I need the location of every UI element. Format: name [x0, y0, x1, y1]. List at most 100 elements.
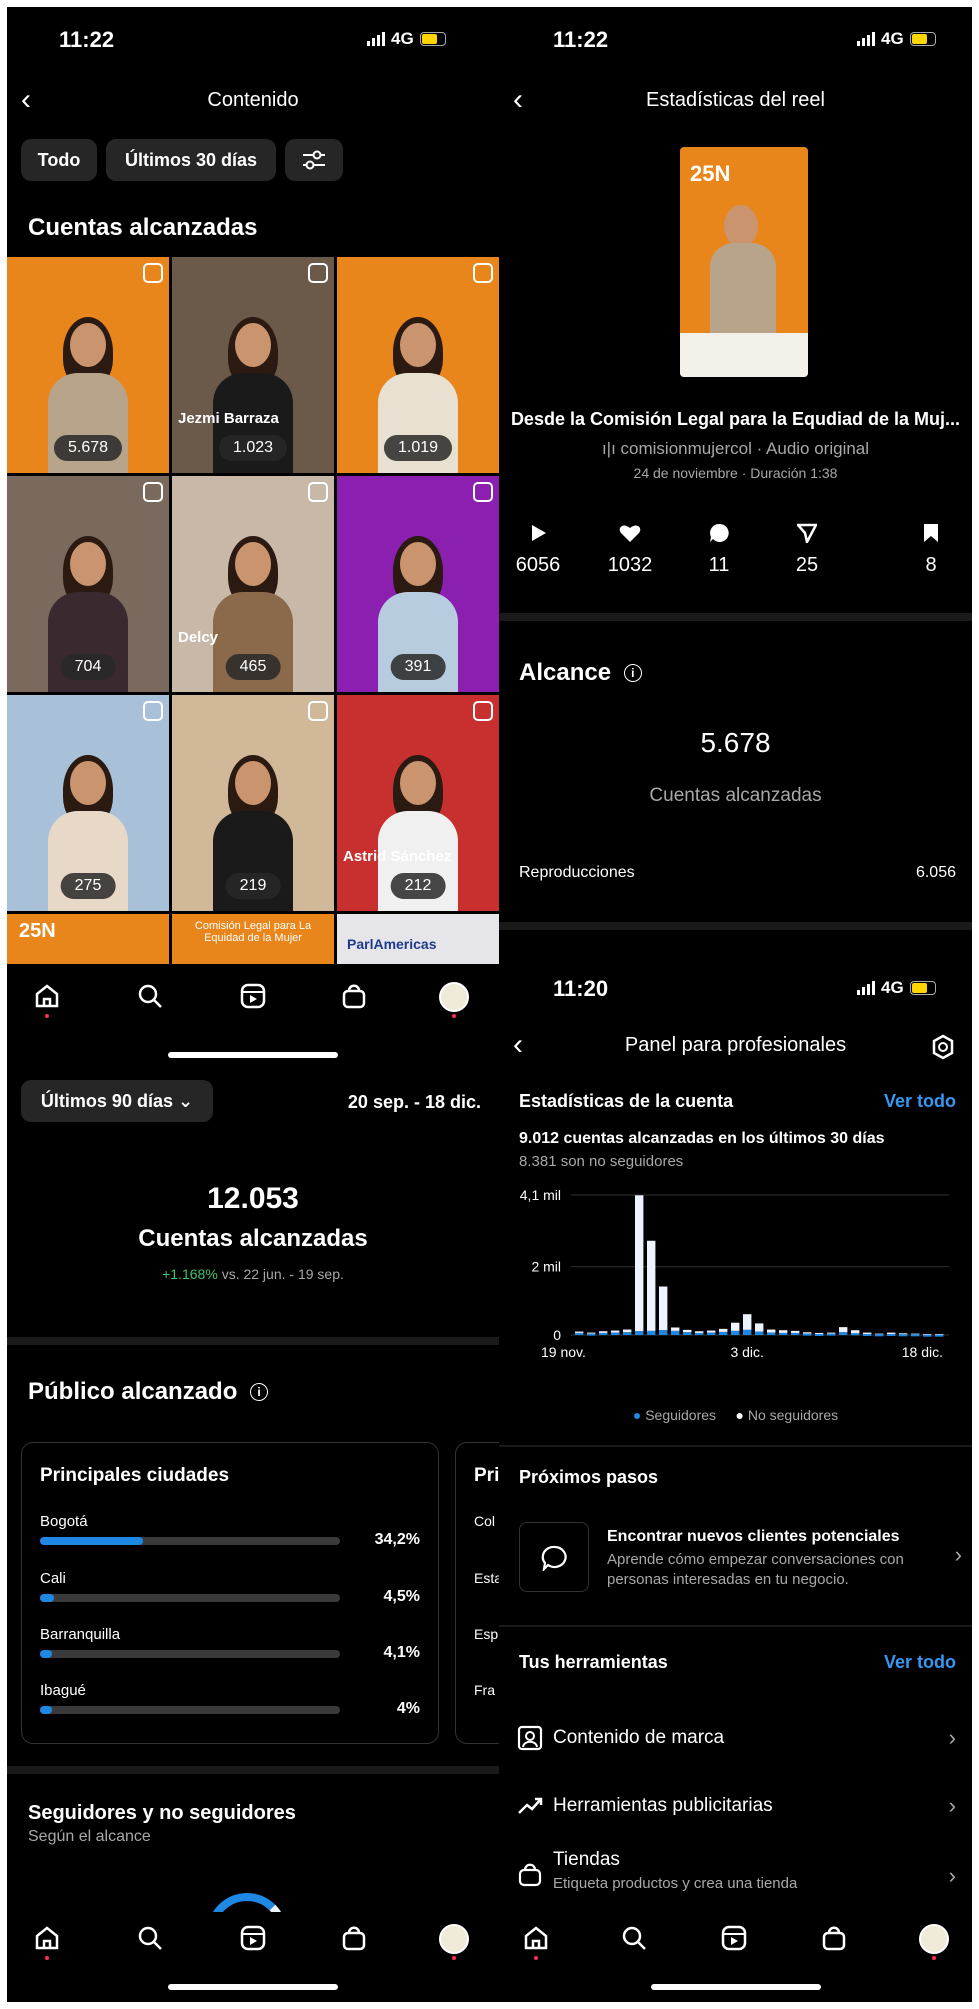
bar-followers	[659, 1330, 668, 1335]
tab-home[interactable]	[32, 1924, 62, 1960]
bar-followers	[803, 1333, 812, 1336]
bar-followers	[911, 1334, 920, 1337]
bar-followers	[755, 1331, 764, 1335]
tab-profile[interactable]	[439, 1924, 469, 1960]
bar-followers	[791, 1332, 800, 1335]
tab-search[interactable]	[619, 1924, 649, 1954]
tool-ads[interactable]: Herramientas publicitarias ›	[499, 1781, 972, 1835]
reel-tile-partial[interactable]: 25N	[7, 914, 169, 964]
reel-meta: 24 de noviembre · Duración 1:38	[633, 465, 838, 481]
settings-icon[interactable]	[930, 1034, 956, 1060]
tab-search[interactable]	[135, 1924, 165, 1954]
bar-non-followers	[851, 1330, 860, 1334]
next-step-title[interactable]: Encontrar nuevos clientes potenciales	[607, 1528, 900, 1546]
bar-non-followers	[755, 1323, 764, 1332]
reach-section-title: Alcance i	[519, 659, 642, 687]
reach-count: 465	[225, 654, 281, 680]
tab-shop[interactable]	[339, 982, 369, 1012]
search-icon	[138, 984, 162, 1008]
signal-icon	[857, 981, 875, 995]
legend-non-followers: No seguidores	[747, 1407, 839, 1423]
shop-icon	[342, 984, 366, 1009]
reel-tile[interactable]: 212 Astrid Sánchez	[337, 695, 499, 911]
reel-tile[interactable]: 391	[337, 476, 499, 692]
dashboard-header: ‹ Panel para profesionales	[499, 1024, 972, 1070]
reach-subline: 8.381 son no seguidores	[519, 1153, 684, 1170]
bar-non-followers	[731, 1322, 740, 1331]
delta-suffix: vs. 22 jun. - 19 sep.	[221, 1266, 344, 1282]
reel-tile[interactable]: 5.678	[7, 257, 169, 473]
reel-tile[interactable]: 275	[7, 695, 169, 911]
tab-shop[interactable]	[339, 1924, 369, 1954]
chevron-right-icon: ›	[948, 1863, 956, 1888]
x-tick-label: 3 dic.	[730, 1344, 763, 1360]
tab-home[interactable]	[32, 982, 62, 1018]
followers-subtitle: Según el alcance	[28, 1828, 151, 1845]
bar-non-followers	[827, 1332, 836, 1334]
tool-brand-content[interactable]: Contenido de marca ›	[499, 1713, 972, 1767]
reach-chart: 0 2 mil 4,1 mil 19 nov. 3 dic. 18 dic.	[520, 1187, 949, 1360]
audio-label: comisionmujercol · Audio original	[620, 439, 870, 458]
stat-value: 1032	[607, 554, 653, 576]
tab-shop[interactable]	[819, 1924, 849, 1954]
reel-tile[interactable]: 219	[172, 695, 334, 911]
chevron-right-icon[interactable]: ›	[955, 1542, 962, 1568]
search-icon	[138, 1926, 162, 1950]
battery-icon	[909, 32, 936, 46]
bar-non-followers	[719, 1328, 728, 1332]
bar-followers	[887, 1333, 896, 1336]
reel-icon	[473, 263, 493, 283]
tool-shops[interactable]: Tiendas Etiqueta productos y crea una ti…	[499, 1843, 972, 1907]
tools-see-all-link[interactable]: Ver todo	[884, 1652, 956, 1673]
brand-content-icon	[517, 1725, 543, 1751]
top-cities-card: Principales ciudades Bogotá 34,2% Cali 4,5…	[21, 1442, 439, 1744]
page-title: Panel para profesionales	[624, 1034, 847, 1056]
battery-icon	[909, 981, 936, 995]
filter-settings-button[interactable]	[285, 139, 343, 181]
tab-profile[interactable]	[919, 1924, 949, 1960]
tab-reels[interactable]	[719, 1924, 749, 1954]
status-time: 11:22	[553, 27, 609, 52]
reel-tile[interactable]: 1.019	[337, 257, 499, 473]
info-icon[interactable]: i	[250, 1383, 269, 1401]
total-reach: 12.053	[207, 1182, 299, 1215]
reel-thumbnail[interactable]: 25N	[680, 147, 808, 377]
filter-all-button[interactable]: Todo	[21, 139, 97, 181]
home-icon	[35, 1926, 59, 1950]
reel-stats-panel: 11:22 4G ‹ Estadísticas del reel 25N Des…	[499, 7, 972, 970]
reel-tile[interactable]: 704	[7, 476, 169, 692]
reach-title: Alcance	[519, 659, 612, 686]
bar-non-followers	[839, 1327, 848, 1333]
dashboard-panel: 11:20 4G ‹ Panel para profesionales Esta…	[499, 970, 972, 2002]
tab-home[interactable]	[521, 1924, 551, 1960]
reach-delta: +1.168% vs. 22 jun. - 19 sep.	[7, 1266, 499, 1282]
bar-non-followers	[767, 1329, 776, 1333]
reel-tile[interactable]: 1.023 Jezmi Barraza	[172, 257, 334, 473]
tab-reels[interactable]	[238, 1924, 268, 1954]
reel-tile-partial[interactable]: Comisión Legal para La Equidad de la Muj…	[172, 914, 334, 964]
info-icon[interactable]: i	[623, 664, 642, 682]
tab-search[interactable]	[135, 982, 165, 1012]
bar-non-followers	[647, 1240, 656, 1331]
tab-profile[interactable]	[439, 982, 469, 1018]
reels-icon	[721, 1925, 747, 1951]
y-tick-label: 4,1 mil	[520, 1187, 561, 1203]
reach-count: 212	[390, 873, 446, 899]
home-indicator	[168, 1984, 338, 1990]
period-dropdown[interactable]: Últimos 90 días ⌄	[21, 1080, 213, 1122]
see-all-link[interactable]: Ver todo	[884, 1091, 956, 1112]
home-indicator	[650, 1984, 821, 1990]
tab-reels[interactable]	[238, 982, 268, 1012]
bar-non-followers	[575, 1331, 584, 1333]
reels-icon	[240, 983, 266, 1009]
plays-value: 6.056	[915, 864, 956, 881]
legend-followers: Seguidores	[645, 1407, 717, 1423]
reel-tile[interactable]: 465 Delcy	[172, 476, 334, 692]
city-row: Bogotá 34,2%	[40, 1513, 420, 1563]
reel-icon	[473, 701, 493, 721]
tile-label: Comisión Legal para La Equidad de la Muj…	[194, 920, 312, 944]
bar-non-followers	[923, 1333, 932, 1335]
reel-tile-partial[interactable]: ParlAmericas	[337, 914, 499, 964]
reach-count: 1.019	[383, 435, 453, 461]
filter-period-button[interactable]: Últimos 30 días	[106, 139, 276, 181]
